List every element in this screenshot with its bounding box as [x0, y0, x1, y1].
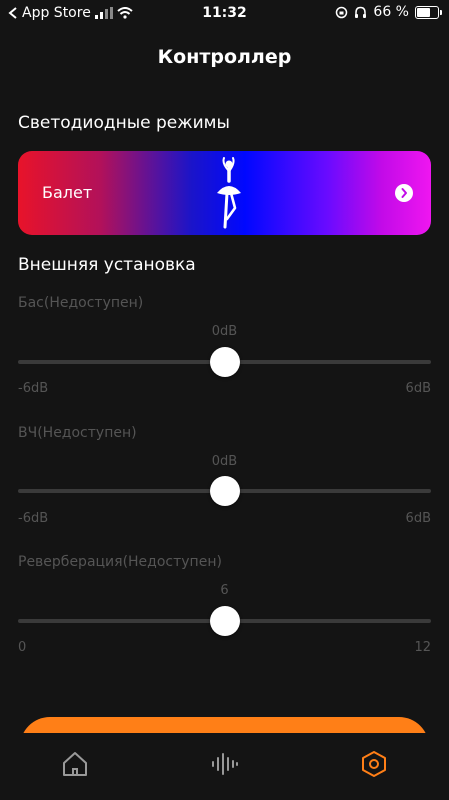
tab-audio[interactable] — [209, 749, 239, 779]
bass-slider[interactable] — [18, 347, 431, 377]
led-mode-card[interactable]: Балет — [18, 151, 431, 235]
reverb-min-label: 0 — [18, 640, 27, 655]
bass-slider-label: Бас(Недоступен) — [18, 295, 144, 311]
bass-max-label: 6dB — [405, 381, 431, 396]
led-section-title: Светодиодные режимы — [18, 113, 230, 133]
reverb-slider-label: Реверберация(Недоступен) — [18, 554, 222, 570]
tab-bar — [0, 733, 449, 800]
status-bar: App Store 11:32 66 % — [0, 0, 449, 26]
page-title: Контроллер — [157, 46, 292, 68]
battery-icon — [415, 5, 442, 19]
bass-slider-thumb[interactable] — [209, 347, 240, 377]
reverb-slider-thumb[interactable] — [209, 606, 240, 636]
headphones-icon — [355, 6, 367, 18]
treble-max-label: 6dB — [405, 511, 431, 526]
reverb-max-label: 12 — [414, 640, 431, 655]
treble-min-label: -6dB — [18, 511, 49, 526]
ballerina-icon — [217, 157, 241, 229]
status-right: 66 % — [335, 4, 442, 20]
reverb-value: 6 — [220, 583, 229, 598]
settings-hex-icon — [362, 751, 386, 777]
treble-slider[interactable] — [18, 476, 431, 506]
reverb-slider[interactable] — [18, 606, 431, 636]
led-mode-label: Балет — [42, 183, 93, 202]
rotation-lock-icon — [336, 6, 348, 18]
home-icon — [63, 752, 87, 776]
tab-home[interactable] — [60, 749, 90, 779]
external-section-title: Внешняя установка — [18, 255, 196, 275]
battery-fill — [417, 7, 430, 17]
treble-value: 0dB — [211, 454, 238, 469]
chevron-right-icon[interactable] — [395, 184, 413, 202]
bass-value: 0dB — [211, 324, 238, 339]
bass-min-label: -6dB — [18, 381, 49, 396]
battery-percent: 66 % — [373, 4, 409, 20]
treble-slider-label: ВЧ(Недоступен) — [18, 425, 137, 441]
waveform-icon — [212, 753, 238, 775]
treble-slider-thumb[interactable] — [209, 476, 240, 506]
tab-settings[interactable] — [359, 749, 389, 779]
